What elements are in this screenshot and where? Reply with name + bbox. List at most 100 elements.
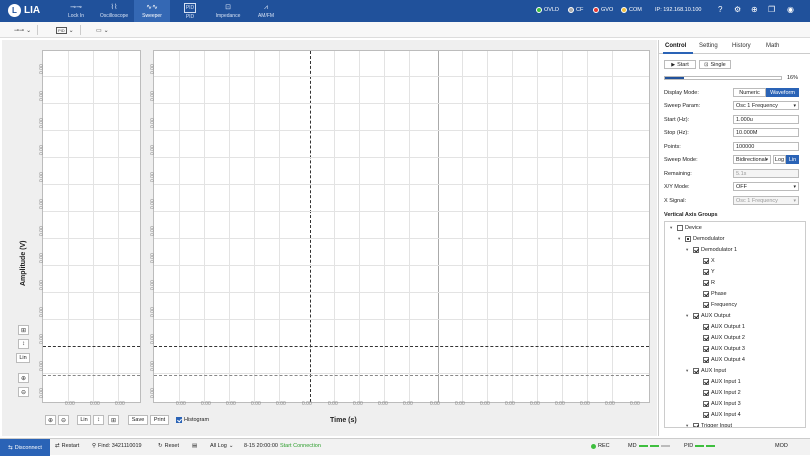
tab-history[interactable]: History	[732, 43, 751, 49]
tab-sweeper[interactable]: ∿∿ Sweeper	[134, 0, 170, 22]
tab-lock-in[interactable]: ⊸⊸ Lock In	[58, 0, 94, 22]
tree-checkbox[interactable]	[703, 291, 709, 297]
tab-amfm[interactable]: ⩘ AM/FM	[248, 0, 284, 22]
tree-checkbox[interactable]	[703, 302, 709, 308]
tree-checkbox[interactable]	[693, 247, 699, 253]
language-icon[interactable]: ⊕	[751, 5, 758, 14]
lin-button[interactable]: Lin	[786, 155, 799, 164]
stop-hz-input[interactable]: 10.000M	[733, 128, 799, 137]
tab-oscilloscope[interactable]: ⌇⌇ Oscilloscope	[96, 0, 132, 22]
single-button[interactable]: ⊡ Single	[699, 60, 731, 69]
zoom-out-x-icon[interactable]: ⊖	[58, 415, 69, 425]
tree-node[interactable]: AUX Output 2	[696, 335, 745, 341]
tree-checkbox[interactable]	[693, 313, 699, 319]
display-dropdown[interactable]: ▭ ⌄	[96, 25, 115, 35]
start-hz-input[interactable]: 1.000u	[733, 115, 799, 124]
tree-node[interactable]: Frequency	[696, 302, 737, 308]
tree-checkbox[interactable]	[703, 258, 709, 264]
user-icon[interactable]: ◉	[787, 5, 794, 14]
disconnect-button[interactable]: ⇆ Disconnect	[0, 439, 50, 456]
numeric-button[interactable]: Numeric	[733, 88, 766, 97]
expand-arrow-icon[interactable]: ▾	[678, 236, 683, 242]
tree-node[interactable]: X	[696, 258, 715, 264]
tree-checkbox[interactable]	[703, 269, 709, 275]
tree-checkbox[interactable]	[703, 412, 709, 418]
log-file-icon[interactable]: ▤	[192, 443, 197, 449]
find-button[interactable]: ⚲ Find: 3421110019	[92, 443, 142, 449]
tree-checkbox[interactable]	[677, 225, 683, 231]
tree-checkbox[interactable]	[693, 368, 699, 374]
tree-node[interactable]: AUX Input 1	[696, 379, 741, 385]
plot-small[interactable]	[42, 50, 141, 403]
stop-hz-label: Stop (Hz):	[664, 130, 689, 136]
tree-checkbox[interactable]	[685, 236, 691, 242]
lockin-dropdown[interactable]: ⊸⊸ ⌄	[14, 25, 39, 35]
xy-mode-select[interactable]: OFF ▾	[733, 182, 799, 191]
tree-checkbox[interactable]	[703, 324, 709, 330]
tree-node[interactable]: ▾ Demodulator	[678, 236, 725, 242]
tab-control[interactable]: Control	[665, 43, 686, 49]
log-button[interactable]: Log	[773, 155, 786, 164]
tree-node[interactable]: AUX Input 3	[696, 401, 741, 407]
histogram-toggle[interactable]: Histogram	[176, 417, 209, 423]
sweep-param-select[interactable]: Osc 1 Frequency ▾	[733, 101, 799, 110]
expand-arrow-icon[interactable]: ▾	[686, 423, 691, 427]
tree-checkbox[interactable]	[693, 423, 699, 427]
expand-arrow-icon[interactable]: ▾	[686, 368, 691, 374]
tab-setting[interactable]: Setting	[699, 43, 718, 49]
tree-checkbox[interactable]	[703, 357, 709, 363]
tree-node[interactable]: AUX Input 4	[696, 412, 741, 418]
points-input[interactable]: 100000	[733, 142, 799, 151]
start-button[interactable]: ▶ Start	[664, 60, 696, 69]
tab-pid[interactable]: PID PID	[172, 0, 208, 22]
tree-checkbox[interactable]	[703, 390, 709, 396]
tree-checkbox[interactable]	[703, 379, 709, 385]
waveform-button[interactable]: Waveform	[766, 88, 799, 97]
save-button[interactable]: Save	[128, 415, 148, 425]
tree-checkbox[interactable]	[703, 346, 709, 352]
tree-node[interactable]: ▾ Demodulator 1	[686, 247, 737, 253]
print-button[interactable]: Print	[150, 415, 169, 425]
tree-node[interactable]: AUX Output 3	[696, 346, 745, 352]
all-log-select[interactable]: All Log ⌄	[210, 443, 233, 449]
x-tick-label: 0.00	[176, 401, 186, 407]
pid-dropdown[interactable]: PID ⌄	[56, 25, 81, 35]
tree-node[interactable]: ▾ AUX Output	[686, 313, 730, 319]
zoom-in-x-icon[interactable]: ⊕	[45, 415, 56, 425]
tree-node[interactable]: AUX Input 2	[696, 390, 741, 396]
fit-y-icon[interactable]: ⊞	[18, 325, 29, 335]
fit-x-icon[interactable]: ⊞	[108, 415, 119, 425]
tree-checkbox[interactable]	[703, 335, 709, 341]
tree-checkbox[interactable]	[703, 280, 709, 286]
tree-node[interactable]: AUX Output 1	[696, 324, 745, 330]
expand-arrow-icon[interactable]: ▾	[686, 247, 691, 253]
tree-node[interactable]: ▾ Device	[670, 225, 702, 231]
tab-impedance[interactable]: ⊡ Impedance	[210, 0, 246, 22]
expand-y-icon[interactable]: ↕	[18, 339, 29, 349]
zoom-out-y-icon[interactable]: ⊖	[18, 387, 29, 397]
help-icon[interactable]: ?	[718, 5, 722, 14]
restart-button[interactable]: ⇄ Restart	[55, 443, 79, 449]
sweep-mode-select[interactable]: Bidirectional ▾	[733, 155, 771, 164]
y-scale-button[interactable]: Lin	[16, 353, 30, 363]
expand-arrow-icon[interactable]: ▾	[686, 313, 691, 319]
tree-node[interactable]: ▾ Trigger Input	[686, 423, 732, 427]
gear-icon[interactable]: ⚙	[734, 5, 741, 14]
tree-node[interactable]: Y	[696, 269, 715, 275]
tree-checkbox[interactable]	[703, 401, 709, 407]
plot-main[interactable]	[153, 50, 650, 403]
window-icon[interactable]: ❐	[768, 5, 775, 14]
tree-node[interactable]: Phase	[696, 291, 727, 297]
tab-math[interactable]: Math	[766, 43, 779, 49]
expand-x-icon[interactable]: ↕	[93, 415, 104, 425]
expand-arrow-icon[interactable]: ▾	[670, 225, 675, 231]
histogram-checkbox[interactable]	[176, 417, 182, 423]
x-scale-button[interactable]: Lin	[77, 415, 91, 425]
tree-node[interactable]: ▾ AUX Input	[686, 368, 726, 374]
tree-node[interactable]: R	[696, 280, 715, 286]
zoom-in-y-icon[interactable]: ⊕	[18, 373, 29, 383]
tree-node[interactable]: AUX Output 4	[696, 357, 745, 363]
y-tick-label: 0.00	[150, 280, 156, 290]
reset-button[interactable]: ↻ Reset	[158, 443, 179, 449]
ovld-indicator: OVLD	[536, 7, 559, 13]
